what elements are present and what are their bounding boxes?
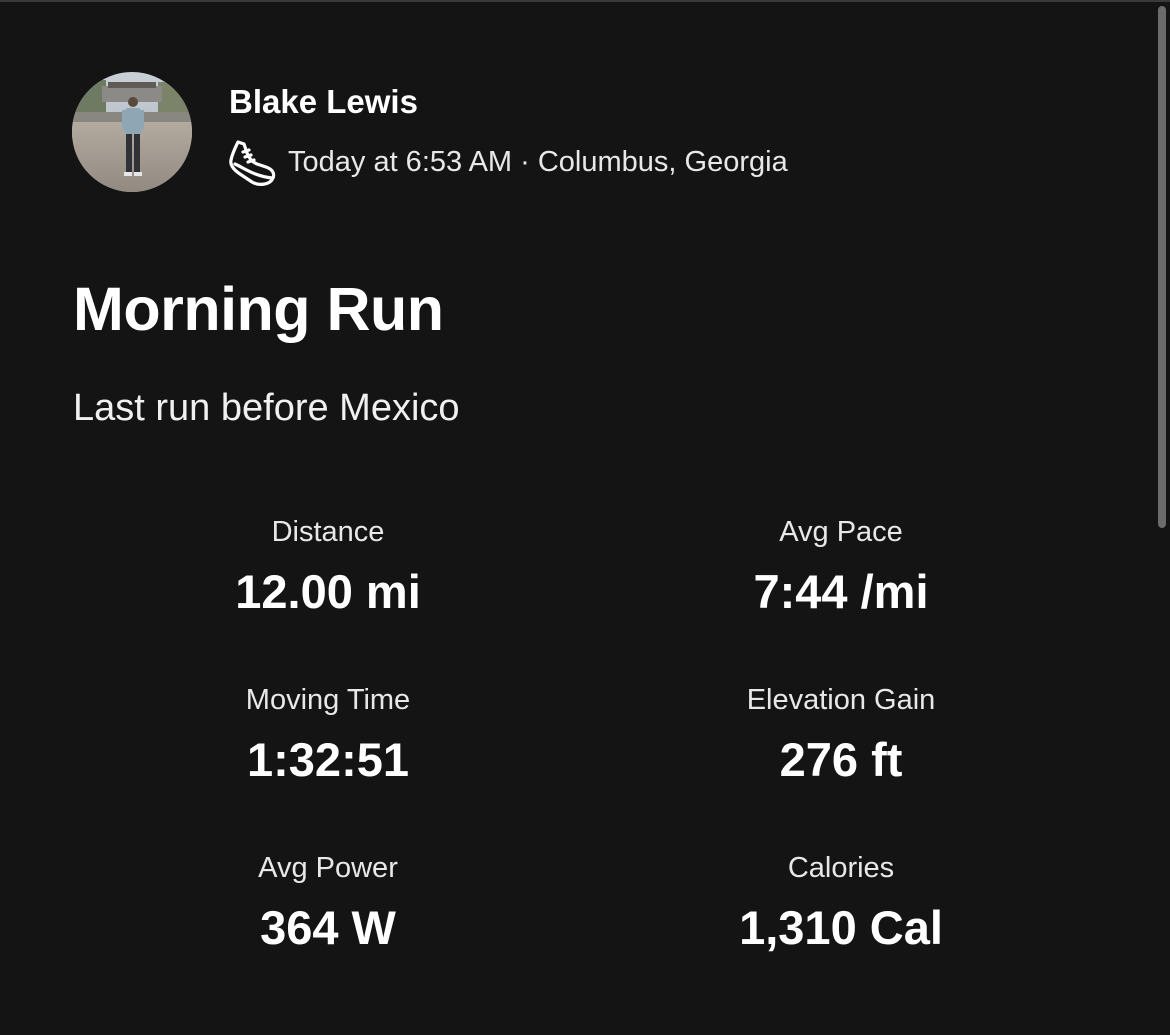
stat-label: Avg Power [258, 852, 398, 884]
activity-description: Last run before Mexico [73, 387, 460, 429]
stat-value: 1,310 Cal [739, 901, 943, 954]
stat-distance: Distance 12.00 mi [118, 514, 538, 618]
stat-label: Avg Pace [779, 516, 903, 548]
scrollbar[interactable] [1152, 2, 1170, 1035]
top-border [0, 0, 1170, 2]
stat-elevation-gain: Elevation Gain 276 ft [631, 682, 1051, 786]
stat-label: Moving Time [245, 684, 411, 716]
avatar-photo [72, 72, 192, 192]
stat-value: 7:44 /mi [753, 565, 929, 618]
avatar[interactable] [72, 72, 192, 192]
stat-value: 276 ft [779, 733, 903, 786]
stat-avg-pace: Avg Pace 7:44 /mi [631, 514, 1051, 618]
stat-label: Elevation Gain [746, 684, 936, 716]
activity-meta: Today at 6:53 AM · Columbus, Georgia [226, 138, 788, 186]
activity-time-location: Today at 6:53 AM · Columbus, Georgia [288, 146, 788, 178]
running-shoe-icon [226, 138, 278, 186]
stat-value: 12.00 mi [235, 565, 421, 618]
scrollbar-thumb[interactable] [1158, 6, 1166, 528]
athlete-name[interactable]: Blake Lewis [229, 82, 418, 122]
stat-value: 1:32:51 [247, 733, 409, 786]
stat-label: Distance [271, 516, 385, 548]
stat-avg-power: Avg Power 364 W [118, 850, 538, 954]
stat-value: 364 W [260, 901, 396, 954]
stat-calories: Calories 1,310 Cal [631, 850, 1051, 954]
activity-title[interactable]: Morning Run [73, 272, 444, 346]
stat-moving-time: Moving Time 1:32:51 [118, 682, 538, 786]
stat-label: Calories [787, 852, 895, 884]
